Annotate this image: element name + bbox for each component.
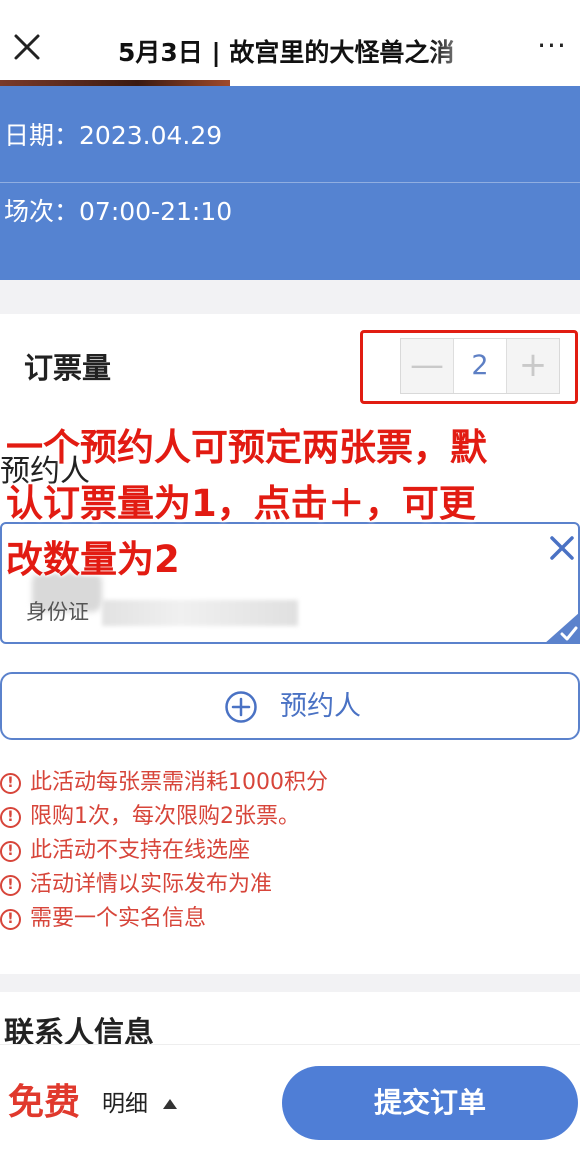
rule-item: ! 活动详情以实际发布为准 — [0, 868, 580, 902]
date-row: 日期：2023.04.29 — [4, 116, 222, 156]
rule-text: 限购1次，每次限购2张票。 — [30, 804, 300, 829]
event-info-panel: 日期：2023.04.29 场次：07:00-21:10 — [0, 86, 580, 280]
page-title: 5月3日 | 故宫里的大怪兽之消 — [118, 38, 455, 67]
info-divider — [0, 182, 580, 183]
id-card-label: 身份证 — [26, 600, 89, 624]
increment-button[interactable]: + — [507, 339, 559, 393]
price-detail-link[interactable]: 明细 — [102, 1088, 148, 1120]
selected-check-icon — [544, 612, 580, 644]
annotation-line-3: 改数量为2 — [6, 538, 180, 581]
warning-icon: ! — [0, 807, 21, 828]
warning-icon: ! — [0, 875, 21, 896]
annotation-line-1: 一个预约人可预定两张票，默 — [6, 426, 487, 469]
decrement-button[interactable]: — — [401, 339, 453, 393]
warning-icon: ! — [0, 773, 21, 794]
quantity-stepper: — 2 + — [400, 338, 560, 394]
rule-item: ! 此活动每张票需消耗1000积分 — [0, 766, 580, 800]
rule-text: 需要一个实名信息 — [30, 906, 207, 931]
add-booker-label: 预约人 — [280, 691, 361, 722]
id-number-redacted — [102, 600, 298, 626]
quantity-value[interactable]: 2 — [453, 339, 507, 393]
ticket-quantity-label: 订票量 — [24, 351, 112, 385]
rule-text: 此活动不支持在线选座 — [30, 838, 251, 863]
instruction-annotation: 一个预约人可预定两张票，默 认订票量为1，点击＋，可更 改数量为2 — [6, 420, 576, 588]
add-booker-button[interactable]: 预约人 — [0, 672, 580, 740]
close-icon[interactable] — [10, 30, 44, 64]
warning-icon: ! — [0, 841, 21, 862]
rule-item: ! 需要一个实名信息 — [0, 902, 580, 936]
rule-item: ! 限购1次，每次限购2张票。 — [0, 800, 580, 834]
price-label: 免费 — [8, 1082, 81, 1123]
plus-circle-icon — [224, 690, 258, 724]
title-fade — [430, 30, 490, 74]
more-options-icon[interactable]: ··· — [532, 32, 572, 70]
session-label: 场次： — [4, 197, 80, 226]
rule-text: 此活动每张票需消耗1000积分 — [30, 770, 328, 795]
caret-up-icon[interactable] — [162, 1096, 178, 1110]
rule-item: ! 此活动不支持在线选座 — [0, 834, 580, 868]
date-value: 2023.04.29 — [79, 121, 223, 150]
annotation-line-2: 认订票量为1，点击＋，可更 — [6, 482, 476, 525]
rule-text: 活动详情以实际发布为准 — [30, 872, 273, 897]
submit-order-button[interactable]: 提交订单 — [282, 1066, 578, 1140]
session-row: 场次：07:00-21:10 — [4, 192, 232, 232]
date-label: 日期： — [4, 121, 80, 150]
session-value: 07:00-21:10 — [79, 197, 233, 226]
rules-list: ! 此活动每张票需消耗1000积分 ! 限购1次，每次限购2张票。 ! 此活动不… — [0, 766, 580, 936]
warning-icon: ! — [0, 909, 21, 930]
